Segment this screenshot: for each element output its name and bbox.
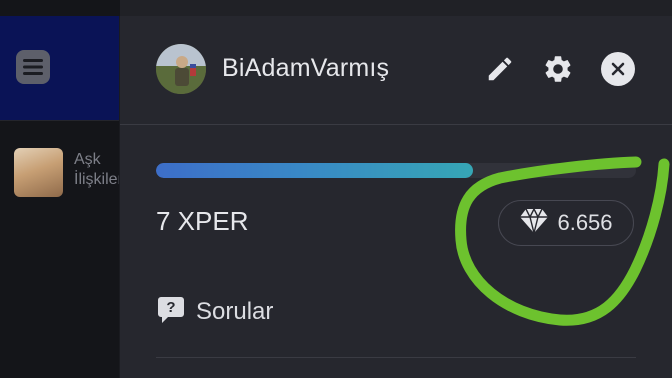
drawer-divider bbox=[120, 124, 672, 125]
gem-balance-button[interactable]: 6.656 bbox=[498, 200, 634, 246]
question-bubble-icon: ? bbox=[156, 295, 186, 330]
profile-drawer: BiAdamVarmış 7 XPER 6.656 ? Sorular bbox=[119, 16, 672, 378]
username[interactable]: BiAdamVarmış bbox=[222, 54, 389, 83]
list-item-label[interactable]: Aşk İlişkileri bbox=[74, 150, 120, 190]
menu-item-label: Sorular bbox=[196, 298, 274, 325]
menu-divider bbox=[156, 357, 636, 358]
xper-progress-fill bbox=[156, 163, 473, 178]
svg-text:?: ? bbox=[166, 299, 175, 316]
xper-progress-bar bbox=[156, 163, 636, 178]
list-item-thumbnail[interactable] bbox=[14, 148, 63, 197]
hamburger-menu-icon[interactable] bbox=[16, 50, 50, 84]
close-icon[interactable] bbox=[601, 52, 635, 86]
avatar[interactable] bbox=[156, 44, 206, 94]
menu-item-questions[interactable]: ? Sorular bbox=[156, 294, 273, 330]
diamond-icon bbox=[519, 206, 549, 239]
gem-balance-value: 6.656 bbox=[557, 210, 613, 235]
background-divider bbox=[0, 120, 120, 121]
pencil-icon[interactable] bbox=[482, 51, 518, 87]
gear-icon[interactable] bbox=[540, 51, 576, 87]
xper-label[interactable]: 7 XPER bbox=[156, 206, 249, 237]
